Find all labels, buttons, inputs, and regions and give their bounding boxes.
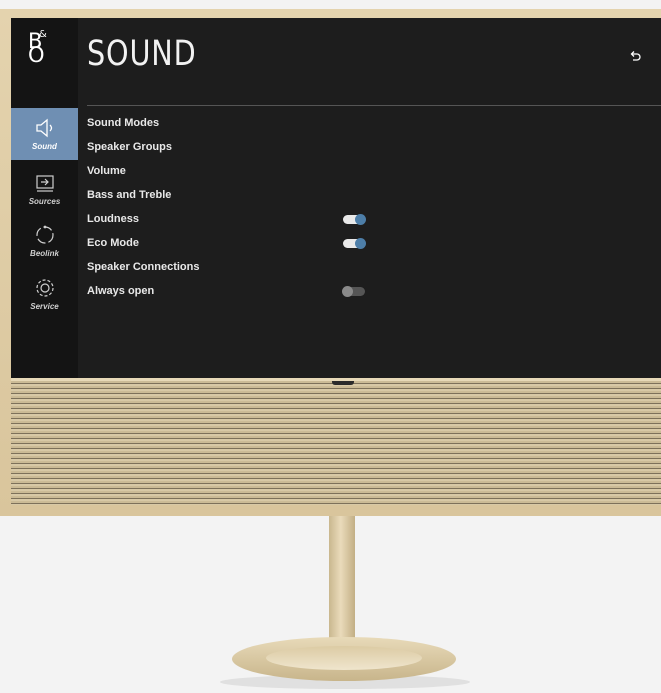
eco-mode-toggle[interactable] [343, 238, 366, 249]
menu-item-speaker-connections[interactable]: Speaker Connections [87, 258, 661, 282]
sidebar-item-label: Sound [32, 142, 57, 151]
menu-item-label: Sound Modes [87, 117, 160, 129]
speaker-icon [35, 118, 52, 138]
speaker-grille [11, 378, 661, 505]
sidebar-item-service[interactable]: Service [11, 268, 78, 320]
menu-item-always-open[interactable]: Always open [87, 282, 661, 306]
stand-base-inner [266, 646, 422, 670]
menu-item-label: Eco Mode [87, 237, 139, 249]
menu-item-loudness[interactable]: Loudness [87, 210, 661, 234]
sidebar: B & O Sound Sources Beolink Service [11, 18, 78, 387]
tv-screen: B & O Sound Sources Beolink Service SOUN… [11, 18, 661, 387]
menu-item-speaker-groups[interactable]: Speaker Groups [87, 138, 661, 162]
menu-item-label: Speaker Connections [87, 261, 200, 273]
bo-logo: B & O [28, 29, 47, 67]
input-icon [35, 175, 54, 192]
toggle-knob [355, 238, 366, 249]
stand-pole [329, 516, 355, 650]
menu-item-label: Volume [87, 165, 126, 177]
sidebar-item-label: Service [30, 302, 59, 311]
menu-item-label: Always open [87, 285, 155, 297]
sidebar-item-beolink[interactable]: Beolink [11, 215, 78, 267]
always-open-toggle[interactable] [342, 286, 365, 297]
toggle-knob [355, 214, 366, 225]
beolink-icon [35, 225, 54, 244]
gear-icon [35, 279, 54, 297]
menu-item-eco-mode[interactable]: Eco Mode [87, 234, 661, 258]
menu-item-sound-modes[interactable]: Sound Modes [87, 114, 661, 138]
page-title: SOUND [87, 34, 197, 74]
menu-item-label: Bass and Treble [87, 189, 172, 201]
loudness-toggle[interactable] [343, 214, 366, 225]
stand-base [232, 637, 456, 681]
menu-item-label: Loudness [87, 213, 139, 225]
toggle-knob [342, 286, 353, 297]
sound-menu-list: Sound Modes Speaker Groups Volume Bass a… [87, 114, 661, 306]
sidebar-item-label: Sources [28, 197, 61, 206]
header-divider [87, 105, 661, 106]
back-icon [630, 51, 641, 61]
sidebar-item-sources[interactable]: Sources [11, 163, 78, 215]
back-button[interactable] [623, 45, 647, 69]
speaker-notch [332, 381, 354, 385]
menu-item-bass-treble[interactable]: Bass and Treble [87, 186, 661, 210]
tv-frame: B & O Sound Sources Beolink Service SOUN… [0, 9, 661, 516]
menu-item-label: Speaker Groups [87, 141, 172, 153]
menu-item-volume[interactable]: Volume [87, 162, 661, 186]
sidebar-item-label: Beolink [30, 249, 59, 258]
sidebar-item-sound[interactable]: Sound [11, 108, 78, 160]
